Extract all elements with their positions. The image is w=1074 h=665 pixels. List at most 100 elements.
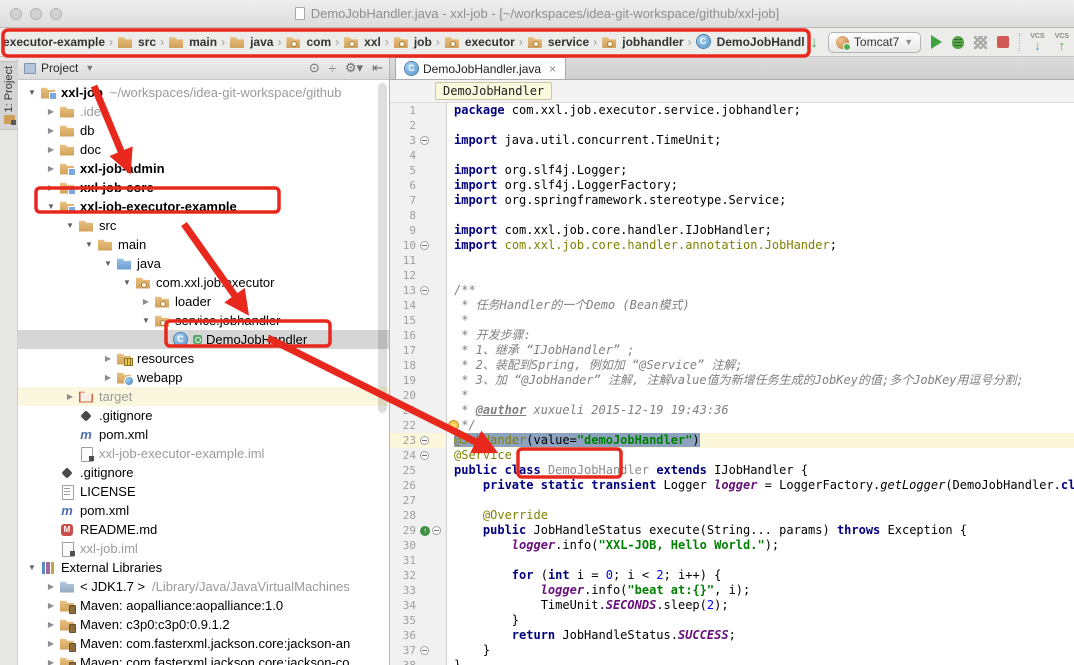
fold-icon[interactable] <box>420 136 429 145</box>
breadcrumb-item[interactable]: com <box>285 35 331 49</box>
settings-gear-icon[interactable]: ⚙▾ <box>345 60 363 76</box>
expander-closed-icon[interactable]: ▶ <box>100 354 116 363</box>
fold-icon[interactable] <box>420 646 429 655</box>
tree-item-db[interactable]: ▶db <box>18 121 389 140</box>
code-area[interactable]: package com.xxl.job.executor.service.job… <box>447 103 1074 665</box>
breadcrumb-item[interactable]: jobhandler <box>601 35 683 49</box>
tree-item-loader[interactable]: ▶loader <box>18 292 389 311</box>
debug-button[interactable] <box>952 36 964 49</box>
tree-item-com-xxl-job-executor[interactable]: ▼com.xxl.job.executor <box>18 273 389 292</box>
tab-demojobhandler[interactable]: C DemoJobHandler.java × <box>395 57 566 79</box>
expander-closed-icon[interactable]: ▶ <box>100 373 116 382</box>
tree-item-xxl-job-executor-example[interactable]: ▼xxl-job-executor-example <box>18 197 389 216</box>
tree-item-maven-com-fasterxml-jackson-core-jackson-co[interactable]: ▶Maven: com.fasterxml.jackson.core:jacks… <box>18 653 389 665</box>
run-configuration-select[interactable]: Tomcat7 ▼ <box>828 32 921 53</box>
tree-scrollbar[interactable] <box>378 83 387 413</box>
fold-icon[interactable] <box>432 526 441 535</box>
tree-item--idea[interactable]: ▶.idea <box>18 102 389 121</box>
expander-closed-icon[interactable]: ▶ <box>62 392 78 401</box>
expander-closed-icon[interactable]: ▶ <box>43 145 59 154</box>
chevron-down-icon[interactable]: ▼ <box>85 63 94 73</box>
tree-item-maven-com-fasterxml-jackson-core-jackson-an[interactable]: ▶Maven: com.fasterxml.jackson.core:jacks… <box>18 634 389 653</box>
breadcrumb-item[interactable]: main <box>168 35 217 49</box>
editor-gutter: 1234567891011121314151617181920212223242… <box>390 103 447 665</box>
tree-item-doc[interactable]: ▶doc <box>18 140 389 159</box>
run-button[interactable] <box>931 35 942 49</box>
navigate-down-icon[interactable]: ↓ <box>810 35 818 50</box>
breadcrumb-item[interactable]: executor <box>444 35 515 49</box>
expander-closed-icon[interactable]: ▶ <box>43 126 59 135</box>
minimize-window-button[interactable] <box>30 8 42 20</box>
breadcrumb-item[interactable]: executor-example <box>3 35 105 49</box>
expander-open-icon[interactable]: ▼ <box>119 278 135 287</box>
tree-item-demojobhandler[interactable]: DemoJobHandler <box>18 330 389 349</box>
breadcrumb-item[interactable]: DemoJobHandler <box>696 35 816 49</box>
fold-icon[interactable] <box>420 286 429 295</box>
code-line <box>454 553 1074 568</box>
tree-item-target[interactable]: ▶target <box>18 387 389 406</box>
intention-bulb-icon[interactable] <box>448 420 459 431</box>
tree-item-pom-xml[interactable]: pom.xml <box>18 425 389 444</box>
vcs-commit-button[interactable]: VCS↑ <box>1055 33 1069 52</box>
expander-closed-icon[interactable]: ▶ <box>43 183 59 192</box>
expander-closed-icon[interactable]: ▶ <box>43 107 59 116</box>
expander-open-icon[interactable]: ▼ <box>100 259 116 268</box>
tree-item-xxl-job-executor-example-iml[interactable]: xxl-job-executor-example.iml <box>18 444 389 463</box>
fold-icon[interactable] <box>420 451 429 460</box>
tree-item--gitignore[interactable]: .gitignore <box>18 406 389 425</box>
expander-open-icon[interactable]: ▼ <box>62 221 78 230</box>
stop-button[interactable] <box>997 36 1009 48</box>
locate-file-button[interactable]: ⊙ <box>309 60 320 76</box>
expander-closed-icon[interactable]: ▶ <box>43 620 59 629</box>
tree-item-resources[interactable]: ▶resources <box>18 349 389 368</box>
tree-item-license[interactable]: LICENSE <box>18 482 389 501</box>
tree-item-xxl-job-iml[interactable]: xxl-job.iml <box>18 539 389 558</box>
breadcrumb-class-chip[interactable]: DemoJobHandler <box>435 82 552 100</box>
tree-item-maven-c3p0-c3p0-0-9-1-2[interactable]: ▶Maven: c3p0:c3p0:0.9.1.2 <box>18 615 389 634</box>
expander-closed-icon[interactable]: ▶ <box>43 639 59 648</box>
project-tool-window-button[interactable]: 1: Project <box>0 61 18 130</box>
vcs-update-button[interactable]: VCS↓ <box>1030 33 1044 52</box>
hide-panel-button[interactable]: ⇤ <box>372 60 383 76</box>
expander-closed-icon[interactable]: ▶ <box>43 601 59 610</box>
close-window-button[interactable] <box>10 8 22 20</box>
breadcrumb-item[interactable]: xxl <box>343 35 381 49</box>
tree-item-java[interactable]: ▼java <box>18 254 389 273</box>
override-method-icon[interactable]: ↑ <box>420 526 430 536</box>
breadcrumb-item[interactable]: service <box>527 35 589 49</box>
tree-item-readme-md[interactable]: README.md <box>18 520 389 539</box>
tree-item-external-libraries[interactable]: ▼External Libraries <box>18 558 389 577</box>
expander-open-icon[interactable]: ▼ <box>81 240 97 249</box>
expander-closed-icon[interactable]: ▶ <box>138 297 154 306</box>
collapse-all-button[interactable]: ÷ <box>329 61 336 76</box>
breadcrumb-item[interactable]: java <box>229 35 273 49</box>
tree-item-webapp[interactable]: ▶webapp <box>18 368 389 387</box>
expander-open-icon[interactable]: ▼ <box>24 563 40 572</box>
expander-closed-icon[interactable]: ▶ <box>43 164 59 173</box>
tree-item-xxl-job-admin[interactable]: ▶xxl-job-admin <box>18 159 389 178</box>
tree-item-xxl-job[interactable]: ▼xxl-job~/workspaces/idea-git-workspace/… <box>18 83 389 102</box>
tree-item--jdk1-7-[interactable]: ▶< JDK1.7 >/Library/Java/JavaVirtualMach… <box>18 577 389 596</box>
coverage-button[interactable] <box>974 36 987 49</box>
project-tree[interactable]: ▼xxl-job~/workspaces/idea-git-workspace/… <box>18 80 389 665</box>
line-number: 11 <box>390 254 416 267</box>
fold-icon[interactable] <box>420 241 429 250</box>
tree-item-src[interactable]: ▼src <box>18 216 389 235</box>
breadcrumb-item[interactable]: src <box>117 35 156 49</box>
expander-open-icon[interactable]: ▼ <box>24 88 40 97</box>
tree-item-pom-xml[interactable]: pom.xml <box>18 501 389 520</box>
tree-item-maven-aopalliance-aopalliance-1-0[interactable]: ▶Maven: aopalliance:aopalliance:1.0 <box>18 596 389 615</box>
breadcrumb-item[interactable]: job <box>393 35 432 49</box>
fold-icon[interactable] <box>420 436 429 445</box>
close-tab-icon[interactable]: × <box>549 62 556 76</box>
tree-item-main[interactable]: ▼main <box>18 235 389 254</box>
tree-item--gitignore[interactable]: .gitignore <box>18 463 389 482</box>
expander-open-icon[interactable]: ▼ <box>43 202 59 211</box>
tree-item-service-jobhandler[interactable]: ▼service.jobhandler <box>18 311 389 330</box>
zoom-window-button[interactable] <box>50 8 62 20</box>
tree-item-xxl-job-core[interactable]: ▶xxl-job-core <box>18 178 389 197</box>
expander-closed-icon[interactable]: ▶ <box>43 582 59 591</box>
expander-closed-icon[interactable]: ▶ <box>43 658 59 665</box>
expander-open-icon[interactable]: ▼ <box>138 316 154 325</box>
gutter-line: 8 <box>390 208 446 223</box>
